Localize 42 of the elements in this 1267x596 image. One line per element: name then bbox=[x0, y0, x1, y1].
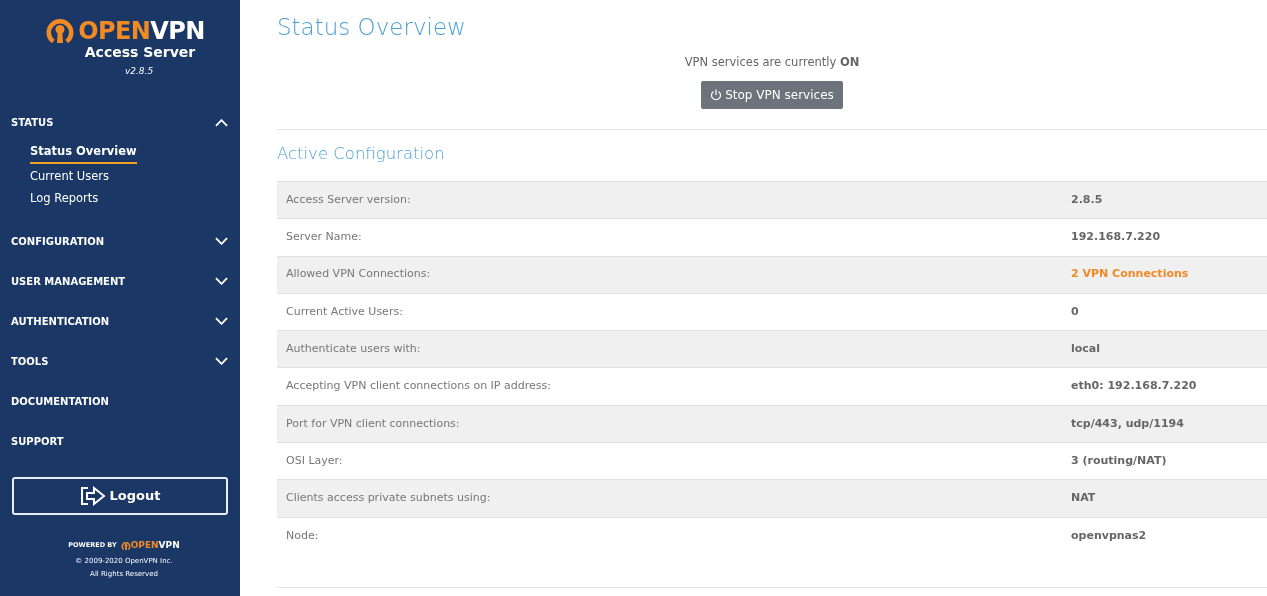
keyhole-logo-icon bbox=[120, 540, 131, 551]
config-value: local bbox=[1071, 341, 1101, 358]
config-value: openvpnas2 bbox=[1071, 527, 1147, 544]
nav-section[interactable]: TOOLS bbox=[0, 341, 240, 381]
page-title: Status Overview bbox=[277, 13, 467, 42]
nav-link[interactable]: Current Users bbox=[30, 166, 110, 188]
nav-section[interactable]: STATUS bbox=[0, 102, 240, 143]
keyhole-logo-icon bbox=[45, 16, 76, 46]
config-value: eth0: 192.168.7.220 bbox=[1071, 378, 1197, 395]
config-label: Server Name: bbox=[285, 229, 363, 246]
nav-section[interactable]: CONFIGURATION bbox=[0, 221, 240, 261]
config-value: NAT bbox=[1071, 490, 1096, 507]
version-label: v2.8.5 bbox=[124, 65, 154, 78]
stop-services-button[interactable]: Stop VPN services bbox=[701, 81, 843, 110]
config-label: Accepting VPN client connections on IP address: bbox=[285, 378, 552, 395]
footer-wordmark: OPENVPN bbox=[130, 539, 180, 552]
config-value: 192.168.7.220 bbox=[1071, 229, 1161, 246]
config-label: Port for VPN client connections: bbox=[285, 415, 461, 432]
logo-wordmark: OPENVPN bbox=[78, 19, 205, 43]
logout-icon bbox=[79, 486, 106, 506]
nav-section[interactable]: SUPPORT bbox=[0, 421, 240, 461]
config-value: 0 bbox=[1071, 303, 1079, 320]
nav-section[interactable]: AUTHENTICATION bbox=[0, 301, 240, 341]
config-label: Current Active Users: bbox=[285, 303, 404, 320]
logout-button[interactable]: Logout bbox=[12, 477, 228, 515]
config-label: OSI Layer: bbox=[285, 452, 344, 469]
section-title: Active Configuration bbox=[277, 143, 446, 166]
nav-section[interactable]: DOCUMENTATION bbox=[0, 381, 240, 421]
config-label: Authenticate users with: bbox=[285, 341, 422, 358]
power-icon bbox=[710, 89, 723, 102]
config-label: Allowed VPN Connections: bbox=[285, 266, 432, 283]
nav-link[interactable]: Log Reports bbox=[30, 187, 99, 209]
config-value: 3 (routing/NAT) bbox=[1071, 452, 1167, 469]
nav-section[interactable]: USER MANAGEMENT bbox=[0, 261, 240, 301]
config-label: Access Server version: bbox=[285, 191, 412, 208]
config-value: tcp/443, udp/1194 bbox=[1071, 415, 1184, 432]
nav-link[interactable]: Status Overview bbox=[30, 140, 137, 164]
service-status-text: VPN services are currently ON bbox=[683, 54, 861, 71]
product-name: Access Server bbox=[84, 45, 196, 59]
config-label: Node: bbox=[285, 527, 320, 544]
config-value: 2.8.5 bbox=[1071, 191, 1103, 208]
config-label: Clients access private subnets using: bbox=[285, 490, 492, 507]
